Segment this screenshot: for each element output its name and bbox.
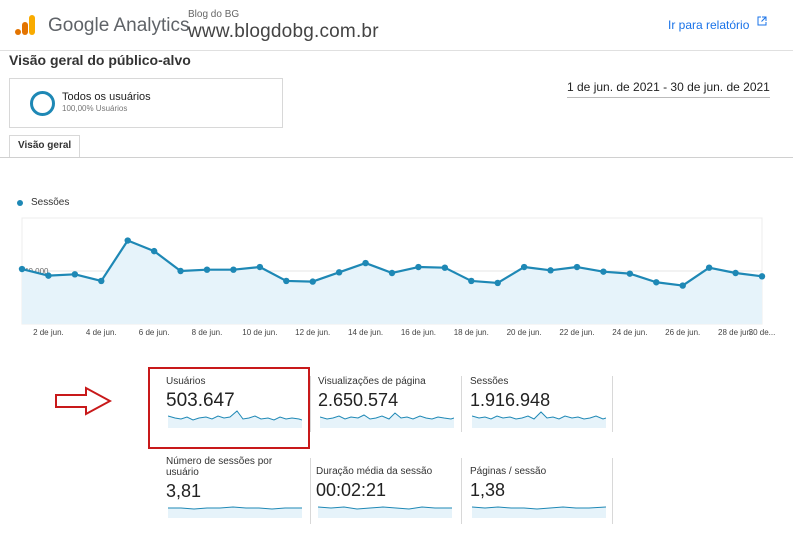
sparkline-avg-session-duration: [318, 506, 452, 518]
segment-circle-icon: [30, 91, 55, 116]
data-point: [335, 269, 343, 276]
data-point: [547, 267, 554, 274]
sparkline-users: [168, 410, 302, 428]
sparkline-pageviews: [320, 412, 454, 428]
metric-label: Número de sessões por usuário: [166, 456, 273, 478]
sparkline-area: [168, 411, 302, 428]
metric-label: Usuários: [166, 376, 206, 387]
metric-value: 1,38: [470, 480, 506, 500]
data-point: [441, 264, 449, 271]
legend-label: Sessões: [31, 197, 70, 208]
data-point: [494, 279, 501, 287]
tab-divider: [0, 157, 793, 158]
x-tick-label: 22 de jun.: [559, 328, 594, 337]
x-tick-label: 4 de jun.: [86, 328, 117, 337]
metric-value: 1.916.948: [470, 390, 551, 410]
data-point: [71, 271, 79, 278]
metric-label: Duração média da sessão: [316, 466, 433, 477]
sparkline-pages-per-session: [472, 506, 606, 518]
data-point: [45, 272, 52, 279]
data-point: [150, 247, 158, 255]
go-to-report-link[interactable]: Ir para relatório: [668, 18, 749, 32]
metric-sessions[interactable]: Sessões 1.916.948: [470, 376, 610, 411]
legend-marker: [17, 200, 23, 206]
metric-value: 3,81: [166, 481, 202, 501]
x-tick-label: 14 de jun.: [348, 328, 383, 337]
app-name: Google Analytics: [48, 15, 190, 36]
metric-divider: [612, 376, 613, 432]
metric-sessions-per-user[interactable]: Número de sessões por usuário 3,81: [166, 456, 306, 502]
x-tick-label: 24 de jun.: [612, 328, 647, 337]
x-tick-label: 6 de jun.: [139, 328, 170, 337]
metric-label: Sessões: [470, 376, 509, 387]
segment-subtitle: 100,00% Usuários: [62, 104, 128, 113]
metric-divider: [310, 458, 311, 524]
data-point: [600, 268, 607, 275]
sparkline-sessions: [472, 411, 606, 428]
x-tick-label: 30 de...: [749, 328, 776, 337]
segment-title: Todos os usuários: [62, 91, 151, 103]
metric-pages-per-session[interactable]: Páginas / sessão 1,38: [470, 466, 610, 501]
segment-card[interactable]: Todos os usuários 100,00% Usuários: [9, 78, 283, 128]
data-point: [705, 264, 713, 271]
metric-divider: [310, 376, 311, 432]
property-url[interactable]: www.blogdobg.com.br: [188, 21, 379, 43]
metric-divider: [612, 458, 613, 524]
sparkline-sessions-per-user: [168, 506, 302, 518]
data-point: [679, 282, 686, 289]
metric-label: Visualizações de página: [318, 376, 426, 387]
tab-overview[interactable]: Visão geral: [9, 135, 81, 157]
data-point: [653, 279, 660, 286]
metric-divider: [461, 376, 462, 432]
date-range-picker[interactable]: 1 de jun. de 2021 - 30 de jun. de 2021: [567, 80, 770, 98]
x-tick-label: 18 de jun.: [454, 328, 489, 337]
x-tick-label: 20 de jun.: [507, 328, 542, 337]
metric-value: 2.650.574: [318, 390, 399, 410]
x-tick-label: 10 de jun.: [242, 328, 277, 337]
data-point: [732, 269, 739, 277]
data-point: [309, 278, 316, 285]
data-point: [177, 267, 184, 275]
data-point: [758, 273, 766, 280]
x-tick-label: 2 de jun.: [33, 328, 64, 337]
page-title: Visão geral do público-alvo: [9, 52, 191, 68]
data-point: [283, 277, 290, 285]
data-point: [415, 263, 422, 271]
data-point: [362, 259, 369, 267]
data-point: [573, 263, 581, 271]
data-point: [468, 277, 475, 285]
data-point: [388, 269, 396, 277]
x-tick-label: 16 de jun.: [401, 328, 436, 337]
x-tick-label: 8 de jun.: [192, 328, 223, 337]
analytics-logo-icon: [15, 15, 35, 35]
data-point: [520, 263, 528, 271]
external-link-icon[interactable]: [757, 16, 767, 26]
data-point: [626, 270, 634, 277]
account-name[interactable]: Blog do BG: [188, 9, 239, 20]
metric-users[interactable]: Usuários 503.647: [166, 376, 306, 412]
x-tick-label: 12 de jun.: [295, 328, 330, 337]
data-point: [203, 266, 211, 273]
data-point: [124, 237, 131, 244]
x-tick-label: 26 de jun.: [665, 328, 700, 337]
metric-pageviews[interactable]: Visualizações de página 2.650.574: [318, 376, 458, 411]
arrow-right-icon: [54, 386, 113, 421]
metric-value: 503.647: [166, 390, 235, 411]
metric-avg-session-duration[interactable]: Duração média da sessão 00:02:21: [316, 466, 456, 501]
sparkline-area: [320, 413, 454, 428]
data-point: [98, 277, 105, 285]
metric-value: 00:02:21: [316, 480, 387, 500]
data-point: [230, 266, 237, 273]
sparkline-area: [318, 507, 452, 518]
data-point: [18, 265, 26, 273]
data-point: [256, 263, 264, 271]
metric-label: Páginas / sessão: [470, 466, 547, 477]
metric-divider: [461, 458, 462, 524]
sessions-line-chart[interactable]: 40.00020.0002 de jun.4 de jun.6 de jun.8…: [0, 210, 793, 345]
